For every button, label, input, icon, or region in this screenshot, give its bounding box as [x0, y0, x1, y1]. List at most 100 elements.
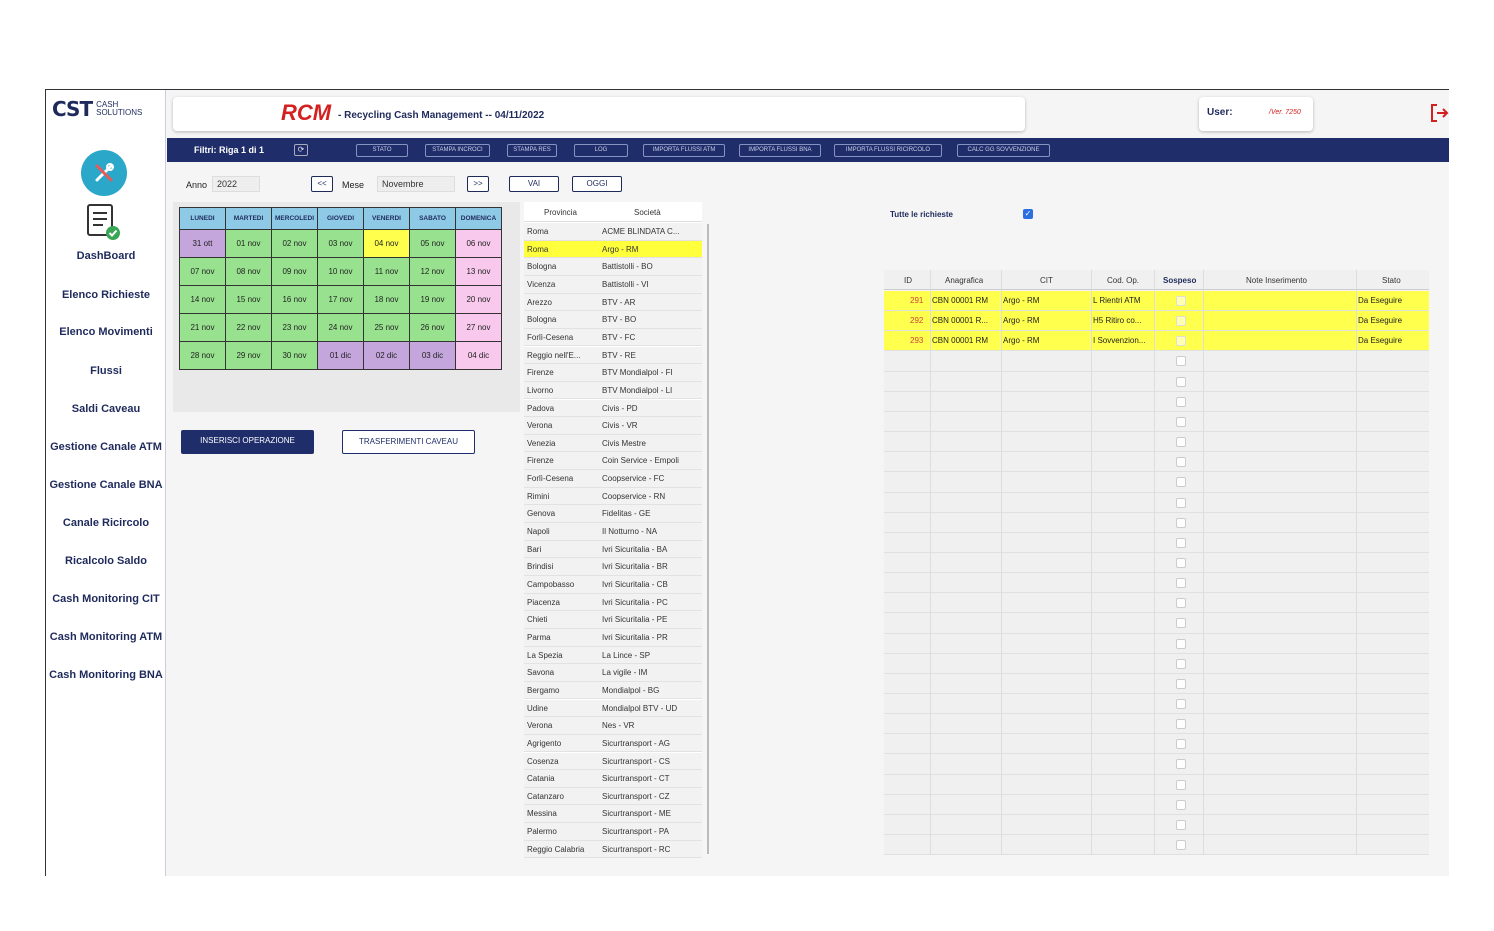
- calendar-day-cell[interactable]: 04 nov: [363, 229, 410, 258]
- list-item[interactable]: Napoli Il Notturno - NA: [524, 523, 702, 541]
- calendar-day-cell[interactable]: 25 nov: [363, 313, 410, 342]
- refresh-icon[interactable]: ⟳: [294, 144, 308, 156]
- mese-field[interactable]: Novembre: [377, 176, 455, 192]
- sospeso-checkbox[interactable]: [1176, 759, 1186, 770]
- list-item[interactable]: Roma ACME BLINDATA C...: [524, 223, 702, 241]
- table-row[interactable]: [884, 774, 1429, 795]
- list-item[interactable]: Venezia Civis Mestre: [524, 434, 702, 453]
- list-item[interactable]: Reggio nell'E... BTV - RE: [524, 346, 702, 365]
- sospeso-checkbox[interactable]: [1176, 699, 1186, 709]
- calendar-day-cell[interactable]: 26 nov: [409, 313, 456, 342]
- calendar-day-cell[interactable]: 22 nov: [225, 313, 272, 342]
- list-item[interactable]: Forlì-Cesena Coopservice - FC: [524, 470, 702, 488]
- sospeso-checkbox[interactable]: [1176, 799, 1186, 810]
- calendar-day-cell[interactable]: 27 nov: [455, 313, 502, 342]
- list-item[interactable]: Catania Sicurtransport - CT: [524, 770, 702, 788]
- list-item[interactable]: Bari Ivri Sicuritalia - BA: [524, 540, 702, 559]
- tutte-richieste-checkbox[interactable]: ✓: [1023, 209, 1033, 219]
- calendar-day-cell[interactable]: 30 nov: [271, 341, 318, 370]
- calendar-day-cell[interactable]: 18 nov: [363, 285, 410, 314]
- calendar-day-cell[interactable]: 02 dic: [363, 341, 410, 370]
- sospeso-checkbox[interactable]: [1176, 517, 1186, 528]
- sospeso-checkbox[interactable]: [1176, 678, 1186, 689]
- societa-column-header[interactable]: Società: [634, 208, 661, 217]
- sospeso-checkbox[interactable]: [1176, 557, 1186, 568]
- table-row[interactable]: [884, 734, 1429, 755]
- calendar-day-cell[interactable]: 20 nov: [455, 285, 502, 314]
- sospeso-checkbox[interactable]: [1176, 376, 1186, 387]
- document-check-icon[interactable]: [84, 202, 122, 242]
- calendar-day-cell[interactable]: 13 nov: [455, 257, 502, 286]
- list-item[interactable]: Reggio Calabria Sicurtransport - RC: [524, 840, 702, 859]
- table-row[interactable]: [884, 411, 1429, 433]
- sospeso-checkbox[interactable]: [1176, 537, 1186, 548]
- sidebar-item-cash-monitoring-atm[interactable]: Cash Monitoring ATM: [46, 631, 166, 643]
- sospeso-checkbox[interactable]: [1176, 819, 1186, 830]
- table-row[interactable]: [884, 391, 1429, 412]
- next-month-button[interactable]: >>: [467, 176, 489, 192]
- list-item[interactable]: Padova Civis - PD: [524, 399, 702, 418]
- calendar-day-cell[interactable]: 10 nov: [317, 257, 364, 286]
- importa-flussi-ricircolo-button[interactable]: IMPORTA FLUSSI RICIRCOLO: [834, 144, 942, 157]
- list-item[interactable]: Roma Argo - RM: [524, 240, 702, 259]
- table-row[interactable]: [884, 673, 1429, 695]
- table-row[interactable]: [884, 573, 1429, 594]
- cit-column-header[interactable]: CIT: [1040, 276, 1053, 285]
- list-item[interactable]: Agrigento Sicurtransport - AG: [524, 734, 702, 753]
- calendar-day-cell[interactable]: 15 nov: [225, 285, 272, 314]
- sospeso-checkbox[interactable]: [1176, 779, 1186, 790]
- list-item[interactable]: Bologna BTV - BO: [524, 311, 702, 329]
- anno-field[interactable]: 2022: [212, 176, 260, 192]
- sidebar-item-elenco-movimenti[interactable]: Elenco Movimenti: [46, 326, 166, 338]
- logout-icon[interactable]: [1428, 102, 1449, 124]
- calendar-day-cell[interactable]: 01 dic: [317, 341, 364, 370]
- sospeso-checkbox[interactable]: [1176, 598, 1186, 609]
- sidebar-item-gestione-canale-bna[interactable]: Gestione Canale BNA: [46, 479, 166, 491]
- table-row[interactable]: 292 CBN 00001 R... Argo - RM H5 Ritiro co..…: [884, 311, 1429, 332]
- list-item[interactable]: Campobasso Ivri Sicuritalia - CB: [524, 576, 702, 594]
- table-row[interactable]: [884, 633, 1429, 654]
- calendar-day-cell[interactable]: 29 nov: [225, 341, 272, 370]
- calendar-day-cell[interactable]: 03 dic: [409, 341, 456, 370]
- calendar-day-cell[interactable]: 21 nov: [179, 313, 226, 342]
- table-row[interactable]: [884, 794, 1429, 815]
- list-item[interactable]: Messina Sicurtransport - ME: [524, 805, 702, 824]
- sospeso-checkbox[interactable]: [1176, 336, 1186, 347]
- sidebar-item-gestione-canale-atm[interactable]: Gestione Canale ATM: [46, 441, 166, 453]
- sidebar-item-flussi[interactable]: Flussi: [46, 365, 166, 377]
- sospeso-checkbox[interactable]: [1176, 416, 1186, 427]
- stampa-res-button[interactable]: STAMPA RES: [507, 144, 557, 157]
- sospeso-checkbox[interactable]: [1176, 437, 1186, 448]
- sidebar-item-dashboard[interactable]: DashBoard: [46, 250, 166, 262]
- list-item[interactable]: Rimini Coopservice - RN: [524, 487, 702, 506]
- table-row[interactable]: [884, 452, 1429, 473]
- anagrafica-column-header[interactable]: Anagrafica: [945, 276, 983, 285]
- calendar-day-cell[interactable]: 01 nov: [225, 229, 272, 258]
- calendar-day-cell[interactable]: 03 nov: [317, 229, 364, 258]
- calendar-day-cell[interactable]: 02 nov: [271, 229, 318, 258]
- calendar-day-cell[interactable]: 14 nov: [179, 285, 226, 314]
- table-row[interactable]: [884, 814, 1429, 836]
- sospeso-checkbox[interactable]: [1176, 739, 1186, 750]
- calendar-day-cell[interactable]: 09 nov: [271, 257, 318, 286]
- table-row[interactable]: [884, 371, 1429, 392]
- calendar-day-cell[interactable]: 07 nov: [179, 257, 226, 286]
- table-row[interactable]: 291 CBN 00001 RM Argo - RM L Rientri ATM Da …: [884, 291, 1429, 312]
- list-item[interactable]: Chieti Ivri Sicuritalia - PE: [524, 611, 702, 629]
- calendar-day-cell[interactable]: 04 dic: [455, 341, 502, 370]
- vai-button[interactable]: VAI: [509, 176, 559, 192]
- inserisci-operazione-button[interactable]: INSERISCI OPERAZIONE: [181, 430, 314, 454]
- table-row[interactable]: [884, 532, 1429, 553]
- list-item[interactable]: La Spezia La Lince - SP: [524, 646, 702, 665]
- sidebar-item-cash-monitoring-cit[interactable]: Cash Monitoring CIT: [46, 593, 166, 605]
- list-item[interactable]: Bologna Battistolli - BO: [524, 258, 702, 276]
- table-row[interactable]: [884, 835, 1429, 856]
- list-item[interactable]: Piacenza Ivri Sicuritalia - PC: [524, 593, 702, 612]
- calendar-day-cell[interactable]: 06 nov: [455, 229, 502, 258]
- sospeso-checkbox[interactable]: [1176, 578, 1186, 589]
- calc-gg-sovvenzione-button[interactable]: CALC GG SOVVENZIONE: [957, 144, 1050, 157]
- stato-button[interactable]: STATO: [356, 144, 408, 157]
- tools-icon[interactable]: [81, 150, 127, 196]
- table-row[interactable]: 293 CBN 00001 RM Argo - RM I Sovvenzion... D…: [884, 331, 1429, 352]
- importa-flussi-atm-button[interactable]: IMPORTA FLUSSI ATM: [643, 144, 725, 157]
